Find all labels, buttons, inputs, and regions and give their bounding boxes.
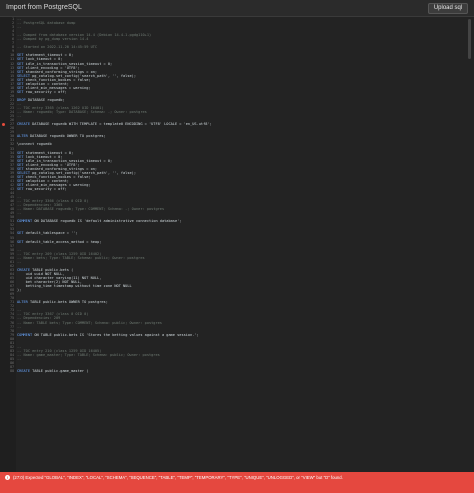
error-message: (27:0) Expected "GLOBAL", "INDEX", "LOCA… [13,475,343,480]
code-text: CREATE TABLE public.game_master ( [17,369,89,374]
editor-scrollbar[interactable] [468,19,471,59]
code-line: 88 CREATE TABLE public.game_master ( [0,369,474,373]
error-bar: ! (27:0) Expected "GLOBAL", "INDEX", "LO… [0,472,474,493]
code-area[interactable]: 1 -- 2 -- PostgreSQL database dump 3 -- 4 5 -- D… [0,17,474,373]
upload-sql-button[interactable]: Upload sql [428,3,468,14]
line-number: 88 [10,369,14,374]
window-title: Import from PostgreSQL [6,4,82,11]
error-icon: ! [5,475,10,480]
sql-editor[interactable]: 1 -- 2 -- PostgreSQL database dump 3 -- 4 5 -- D… [0,17,474,472]
title-bar: Import from PostgreSQL Upload sql [0,0,474,17]
